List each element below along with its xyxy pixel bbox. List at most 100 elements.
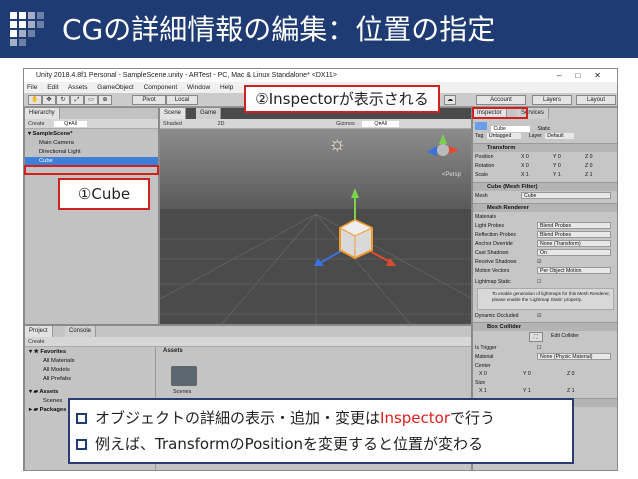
dynamic-occluded-checkbox[interactable]: ☑ (537, 312, 542, 320)
size-z[interactable]: Z 1 (567, 387, 575, 395)
rotation-z-value[interactable]: 0 (590, 163, 593, 169)
material-field[interactable]: None (Physic Material) (537, 353, 611, 360)
rect-tool-icon[interactable]: ▭ (84, 95, 98, 105)
scale-x[interactable]: X 1 (521, 171, 529, 179)
center-x[interactable]: X 0 (479, 370, 487, 378)
folder-label[interactable]: Scenes (173, 389, 191, 395)
hierarchy-search-input[interactable]: Q▾All (54, 121, 88, 127)
menu-component[interactable]: Component (144, 84, 178, 91)
position-x-value[interactable]: 0 (526, 154, 529, 160)
rotation-z[interactable]: Z 0 (585, 162, 593, 170)
scale-tool-icon[interactable]: ⤢ (70, 95, 84, 105)
edit-collider-row: ⛶ Edit Collider (475, 332, 616, 342)
menu-edit[interactable]: Edit (47, 84, 58, 91)
scene-search-input[interactable]: Q▾All (362, 121, 400, 127)
hierarchy-item-main-camera[interactable]: Main Camera (25, 139, 158, 148)
scale-y-value[interactable]: 1 (558, 172, 561, 178)
mesh-filter-header[interactable]: Cube (Mesh Filter) (473, 182, 617, 191)
motion-vectors-dropdown[interactable]: Per Object Motion (537, 267, 611, 274)
folder-icon[interactable] (171, 366, 197, 386)
cloud-icon[interactable]: ☁ (444, 95, 456, 105)
position-y[interactable]: Y 0 (553, 153, 561, 161)
center-y-value[interactable]: 0 (528, 371, 531, 377)
mode-2d-button[interactable]: 2D (218, 121, 225, 127)
size-y[interactable]: Y 1 (523, 387, 531, 395)
receive-shadows-checkbox[interactable]: ☑ (537, 258, 542, 266)
tab-hierarchy[interactable]: Hierarchy (25, 108, 60, 119)
scale-z[interactable]: Z 1 (585, 171, 593, 179)
local-toggle[interactable]: Local (166, 95, 198, 105)
position-y-value[interactable]: 0 (558, 154, 561, 160)
light-probes-dropdown[interactable]: Blend Probes (537, 222, 611, 229)
scale-z-value[interactable]: 1 (590, 172, 593, 178)
layer-dropdown[interactable]: Default (545, 133, 574, 139)
cast-shadows-dropdown[interactable]: On (537, 249, 611, 256)
hierarchy-item-directional-light[interactable]: Directional Light (25, 148, 158, 157)
account-dropdown[interactable]: Account (476, 95, 526, 105)
rotation-y[interactable]: Y 0 (553, 162, 561, 170)
rotation-y-value[interactable]: 0 (558, 163, 561, 169)
persp-label[interactable]: <Persp (442, 172, 461, 178)
scene-view[interactable]: Scene Game Shaded 2D Gizmos Q▾All ☼ <Per… (159, 107, 472, 325)
callout-inspector: ②Inspectorが表示される (244, 85, 440, 113)
tab-project[interactable]: Project (25, 326, 53, 337)
tab-scene[interactable]: Scene (160, 108, 187, 119)
gizmos-dropdown[interactable]: Gizmos (336, 121, 355, 127)
menu-window[interactable]: Window (187, 84, 210, 91)
reflection-probes-dropdown[interactable]: Blend Probes (537, 231, 611, 238)
favorite-item[interactable]: All Models (25, 366, 471, 375)
center-z[interactable]: Z 0 (567, 370, 575, 378)
size-x[interactable]: X 1 (479, 387, 487, 395)
project-breadcrumb[interactable]: Assets (163, 348, 183, 354)
size-y-value[interactable]: 1 (528, 388, 531, 394)
hierarchy-create-button[interactable]: Create (28, 121, 45, 127)
scale-x-value[interactable]: 1 (526, 172, 529, 178)
menu-file[interactable]: File (27, 84, 37, 91)
center-x-value[interactable]: 0 (484, 371, 487, 377)
favorite-item[interactable]: All Prefabs (25, 375, 471, 384)
menu-help[interactable]: Help (220, 84, 233, 91)
rotation-x-value[interactable]: 0 (526, 163, 529, 169)
tab-game[interactable]: Game (196, 108, 222, 119)
transform-header[interactable]: Transform (473, 143, 617, 152)
center-y[interactable]: Y 0 (523, 370, 531, 378)
position-x[interactable]: X 0 (521, 153, 529, 161)
layers-dropdown[interactable]: Layers (532, 95, 572, 105)
hierarchy-scene[interactable]: ▾ SampleScene* (25, 130, 158, 139)
motion-vectors-row: Motion Vectors Per Object Motion (475, 267, 616, 275)
rotate-tool-icon[interactable]: ↻ (56, 95, 70, 105)
position-z-value[interactable]: 0 (590, 154, 593, 160)
logo-squares-icon (10, 12, 44, 46)
mesh-field[interactable]: Cube (521, 192, 611, 199)
window-controls[interactable]: –□✕ (557, 69, 615, 82)
pivot-toggle[interactable]: Pivot (132, 95, 166, 105)
scene-orientation-gizmo[interactable] (423, 132, 463, 170)
menu-gameobject[interactable]: GameObject (97, 84, 134, 91)
hand-tool-icon[interactable]: ✋ (28, 95, 42, 105)
mesh-renderer-header[interactable]: Mesh Renderer (473, 203, 617, 212)
project-create-button[interactable]: Create (28, 339, 45, 345)
transform-tool-icon[interactable]: ⊕ (98, 95, 112, 105)
menu-assets[interactable]: Assets (68, 84, 88, 91)
center-z-value[interactable]: 0 (572, 371, 575, 377)
edit-collider-button[interactable]: ⛶ (529, 332, 543, 342)
cube-gizmo[interactable] (310, 178, 400, 288)
size-x-value[interactable]: 1 (484, 388, 487, 394)
anchor-override-field[interactable]: None (Transform) (537, 240, 611, 247)
box-collider-header[interactable]: Box Collider (473, 322, 617, 331)
is-trigger-checkbox[interactable]: ☐ (537, 344, 542, 352)
lightmap-static-checkbox[interactable]: ☐ (537, 278, 542, 286)
rotation-x[interactable]: X 0 (521, 162, 529, 170)
assets-node[interactable]: ▾ ▰ Assets (25, 388, 471, 397)
shading-dropdown[interactable]: Shaded (163, 121, 182, 127)
favorites-node[interactable]: ▾ ★ Favorites (25, 348, 471, 357)
tab-console[interactable]: Console (65, 326, 97, 337)
size-z-value[interactable]: 1 (572, 388, 575, 394)
materials-row[interactable]: Materials (475, 213, 616, 221)
tag-dropdown[interactable]: Untagged (486, 133, 522, 139)
layout-dropdown[interactable]: Layout (576, 95, 616, 105)
position-z[interactable]: Z 0 (585, 153, 593, 161)
move-tool-icon[interactable]: ✥ (42, 95, 56, 105)
favorite-item[interactable]: All Materials (25, 357, 471, 366)
scale-y[interactable]: Y 1 (553, 171, 561, 179)
